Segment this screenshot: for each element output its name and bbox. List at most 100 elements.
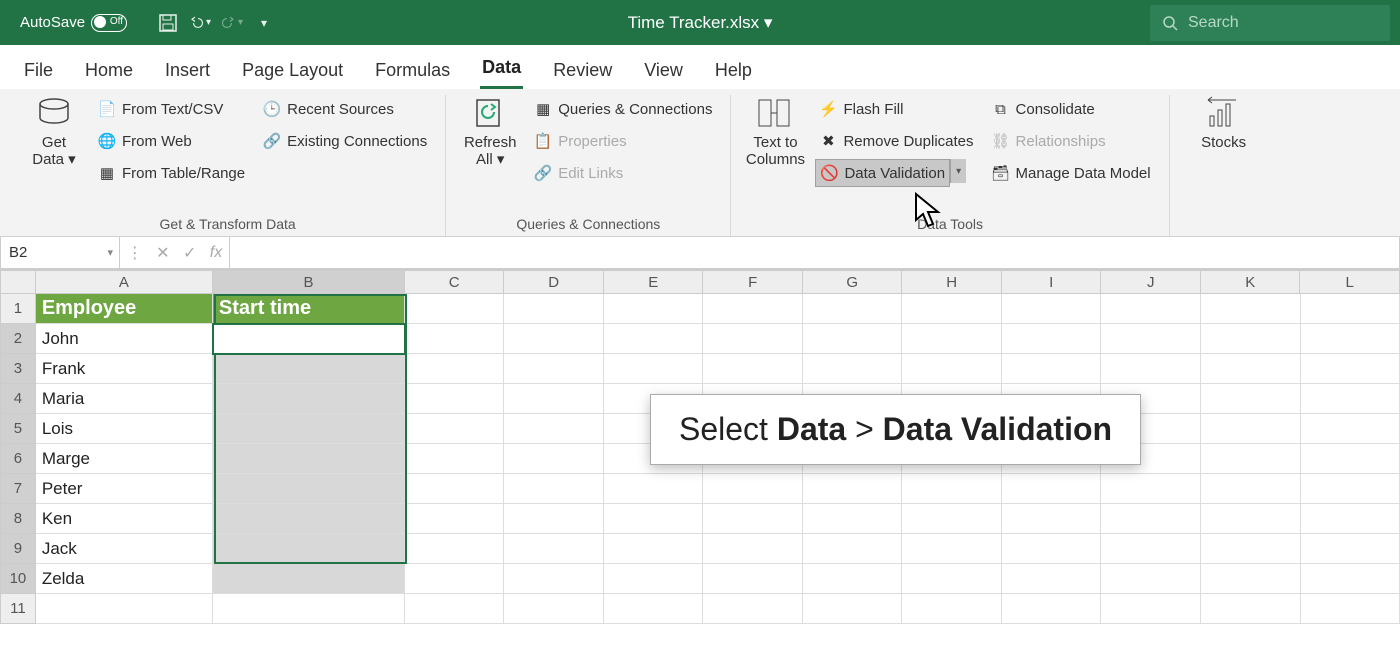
cell-K5[interactable] <box>1201 414 1301 444</box>
data-validation-dropdown[interactable]: ▾ <box>950 159 966 183</box>
cell-B4[interactable] <box>213 384 405 414</box>
row-header-3[interactable]: 3 <box>0 354 36 384</box>
cell-D6[interactable] <box>504 444 604 474</box>
cell-G10[interactable] <box>803 564 903 594</box>
cell-C4[interactable] <box>405 384 505 414</box>
recent-sources-button[interactable]: 🕒Recent Sources <box>259 95 431 123</box>
column-header-L[interactable]: L <box>1300 270 1400 294</box>
column-header-B[interactable]: B <box>213 270 405 294</box>
row-header-5[interactable]: 5 <box>0 414 36 444</box>
cell-B10[interactable] <box>213 564 405 594</box>
row-header-7[interactable]: 7 <box>0 474 36 504</box>
cell-H9[interactable] <box>902 534 1002 564</box>
cell-D1[interactable] <box>504 294 604 324</box>
cell-C8[interactable] <box>405 504 505 534</box>
cell-J2[interactable] <box>1101 324 1201 354</box>
cell-E10[interactable] <box>604 564 704 594</box>
cell-E8[interactable] <box>604 504 704 534</box>
cell-J11[interactable] <box>1101 594 1201 624</box>
cell-J9[interactable] <box>1101 534 1201 564</box>
cell-B11[interactable] <box>213 594 405 624</box>
column-header-C[interactable]: C <box>405 270 505 294</box>
cell-G8[interactable] <box>803 504 903 534</box>
refresh-all-button[interactable]: Refresh All ▾ <box>460 95 520 168</box>
column-header-G[interactable]: G <box>803 270 903 294</box>
cell-H3[interactable] <box>902 354 1002 384</box>
from-table-range-button[interactable]: ▦From Table/Range <box>94 159 249 187</box>
cell-F7[interactable] <box>703 474 803 504</box>
cell-A8[interactable]: Ken <box>36 504 213 534</box>
cell-F8[interactable] <box>703 504 803 534</box>
cell-B5[interactable] <box>213 414 405 444</box>
select-all-corner[interactable] <box>0 270 36 294</box>
column-header-F[interactable]: F <box>703 270 803 294</box>
row-header-9[interactable]: 9 <box>0 534 36 564</box>
cell-A11[interactable] <box>36 594 213 624</box>
cell-L1[interactable] <box>1301 294 1400 324</box>
cell-K7[interactable] <box>1201 474 1301 504</box>
row-header-10[interactable]: 10 <box>0 564 36 594</box>
cell-B8[interactable] <box>213 504 405 534</box>
cell-L8[interactable] <box>1301 504 1400 534</box>
save-icon[interactable] <box>157 12 179 34</box>
tab-page-layout[interactable]: Page Layout <box>240 52 345 89</box>
cell-E3[interactable] <box>604 354 704 384</box>
cell-B9[interactable] <box>213 534 405 564</box>
row-header-8[interactable]: 8 <box>0 504 36 534</box>
cell-C2[interactable] <box>405 324 505 354</box>
cell-D10[interactable] <box>504 564 604 594</box>
search-box[interactable]: Search <box>1150 5 1390 41</box>
cell-J10[interactable] <box>1101 564 1201 594</box>
tab-file[interactable]: File <box>22 52 55 89</box>
cell-E2[interactable] <box>604 324 704 354</box>
remove-duplicates-button[interactable]: ✖Remove Duplicates <box>815 127 977 155</box>
cancel-icon[interactable]: ✕ <box>156 243 169 263</box>
cell-A3[interactable]: Frank <box>36 354 213 384</box>
cell-I2[interactable] <box>1002 324 1102 354</box>
cell-L4[interactable] <box>1301 384 1400 414</box>
cell-B3[interactable] <box>213 354 405 384</box>
cell-D5[interactable] <box>504 414 604 444</box>
flash-fill-button[interactable]: ⚡Flash Fill <box>815 95 977 123</box>
cell-A2[interactable]: John <box>36 324 213 354</box>
row-header-6[interactable]: 6 <box>0 444 36 474</box>
cell-B7[interactable] <box>213 474 405 504</box>
cell-B6[interactable] <box>213 444 405 474</box>
cell-H10[interactable] <box>902 564 1002 594</box>
cell-D7[interactable] <box>504 474 604 504</box>
cell-A5[interactable]: Lois <box>36 414 213 444</box>
cell-H7[interactable] <box>902 474 1002 504</box>
cell-L3[interactable] <box>1301 354 1400 384</box>
row-header-1[interactable]: 1 <box>0 294 36 324</box>
column-header-I[interactable]: I <box>1002 270 1102 294</box>
cell-A7[interactable]: Peter <box>36 474 213 504</box>
cell-L2[interactable] <box>1301 324 1400 354</box>
cell-C6[interactable] <box>405 444 505 474</box>
column-header-D[interactable]: D <box>504 270 604 294</box>
cell-K8[interactable] <box>1201 504 1301 534</box>
cell-K3[interactable] <box>1201 354 1301 384</box>
manage-data-model-button[interactable]: 🗃Manage Data Model <box>988 159 1155 187</box>
cell-H1[interactable] <box>902 294 1002 324</box>
cell-I11[interactable] <box>1002 594 1102 624</box>
cell-H11[interactable] <box>902 594 1002 624</box>
cell-F9[interactable] <box>703 534 803 564</box>
existing-connections-button[interactable]: 🔗Existing Connections <box>259 127 431 155</box>
cell-F11[interactable] <box>703 594 803 624</box>
cell-A10[interactable]: Zelda <box>36 564 213 594</box>
cell-E11[interactable] <box>604 594 704 624</box>
cell-G11[interactable] <box>803 594 903 624</box>
tab-home[interactable]: Home <box>83 52 135 89</box>
tab-data[interactable]: Data <box>480 49 523 89</box>
column-header-H[interactable]: H <box>902 270 1002 294</box>
tab-help[interactable]: Help <box>713 52 754 89</box>
name-box[interactable]: B2 <box>0 237 120 269</box>
cell-L10[interactable] <box>1301 564 1400 594</box>
cell-F10[interactable] <box>703 564 803 594</box>
formula-input[interactable] <box>230 237 1400 269</box>
cell-C5[interactable] <box>405 414 505 444</box>
row-header-4[interactable]: 4 <box>0 384 36 414</box>
cell-J8[interactable] <box>1101 504 1201 534</box>
cell-I8[interactable] <box>1002 504 1102 534</box>
stocks-button[interactable]: Stocks <box>1184 95 1264 152</box>
